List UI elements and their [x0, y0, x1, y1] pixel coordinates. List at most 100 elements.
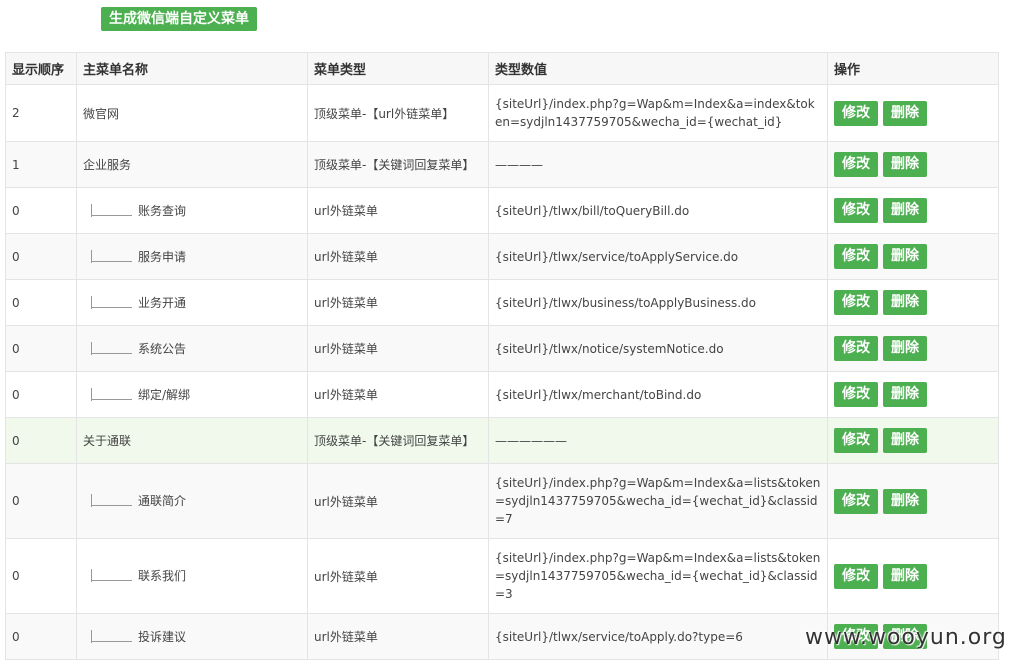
- delete-button[interactable]: 删除: [883, 488, 927, 514]
- cell-value: ——————: [488, 417, 828, 464]
- cell-name: 业务开通: [76, 279, 308, 326]
- delete-button[interactable]: 删除: [883, 428, 927, 453]
- delete-button[interactable]: 删除: [883, 563, 927, 589]
- cell-ops: 修改 删除: [827, 187, 999, 234]
- cell-name: 通联简介: [76, 463, 308, 539]
- delete-button[interactable]: 删除: [883, 290, 927, 315]
- delete-button[interactable]: 删除: [883, 198, 927, 223]
- table-row: 1 企业服务 顶级菜单-【关键词回复菜单】 ———— 修改 删除: [5, 141, 999, 188]
- table-row-highlighted: 0 关于通联 顶级菜单-【关键词回复菜单】 —————— 修改 删除: [5, 417, 999, 464]
- delete-button[interactable]: 删除: [883, 336, 927, 361]
- cell-name: 关于通联: [76, 417, 308, 464]
- edit-button[interactable]: 修改: [834, 428, 878, 453]
- col-header-value: 类型数值: [488, 52, 828, 85]
- tree-branch-icon: [91, 387, 132, 401]
- cell-value: {siteUrl}/index.php?g=Wap&m=Index&a=inde…: [488, 84, 828, 142]
- cell-type: url外链菜单: [307, 187, 489, 234]
- cell-order: 0: [5, 187, 77, 234]
- col-header-name: 主菜单名称: [76, 52, 308, 85]
- tree-branch-icon: [91, 203, 132, 217]
- cell-type: url外链菜单: [307, 463, 489, 539]
- cell-value: {siteUrl}/index.php?g=Wap&m=Index&a=list…: [488, 463, 828, 539]
- cell-name: 联系我们: [76, 538, 308, 614]
- table-row: 0 绑定/解绑 url外链菜单 {siteUrl}/tlwx/merchant/…: [5, 371, 999, 418]
- submenu-name: 通联简介: [138, 494, 187, 508]
- cell-order: 0: [5, 279, 77, 326]
- edit-button[interactable]: 修改: [834, 336, 878, 361]
- cell-ops: 修改 删除: [827, 325, 999, 372]
- edit-button[interactable]: 修改: [834, 563, 878, 589]
- edit-button[interactable]: 修改: [834, 198, 878, 223]
- table-row: 2 微官网 顶级菜单-【url外链菜单】 {siteUrl}/index.php…: [5, 84, 999, 142]
- tree-branch-icon: [91, 494, 132, 507]
- table-row: 0 系统公告 url外链菜单 {siteUrl}/tlwx/notice/sys…: [5, 325, 999, 372]
- table-row: 0 业务开通 url外链菜单 {siteUrl}/tlwx/business/t…: [5, 279, 999, 326]
- cell-name: 绑定/解绑: [76, 371, 308, 418]
- cell-value: ————: [488, 141, 828, 188]
- cell-type: 顶级菜单-【关键词回复菜单】: [307, 141, 489, 188]
- cell-type: url外链菜单: [307, 538, 489, 614]
- tree-branch-icon: [91, 569, 132, 582]
- tree-branch-icon: [91, 629, 132, 643]
- edit-button[interactable]: 修改: [834, 244, 878, 269]
- edit-button[interactable]: 修改: [834, 290, 878, 315]
- delete-button[interactable]: 删除: [883, 100, 927, 126]
- cell-name: 微官网: [76, 84, 308, 142]
- delete-button[interactable]: 删除: [883, 382, 927, 407]
- generate-wechat-menu-button[interactable]: 生成微信端自定义菜单: [101, 7, 257, 31]
- submenu-name: 业务开通: [138, 295, 187, 310]
- cell-value: {siteUrl}/tlwx/service/toApply.do?type=6: [488, 613, 828, 660]
- submenu-name: 投诉建议: [138, 629, 187, 644]
- cell-ops: 修改 删除: [827, 463, 999, 539]
- cell-name: 企业服务: [76, 141, 308, 188]
- col-header-order: 显示顺序: [5, 52, 77, 85]
- cell-type: 顶级菜单-【url外链菜单】: [307, 84, 489, 142]
- watermark: www.wooyun.org: [805, 625, 1007, 650]
- table-row: 0 联系我们 url外链菜单 {siteUrl}/index.php?g=Wap…: [5, 538, 999, 614]
- cell-name: 服务申请: [76, 233, 308, 280]
- tree-branch-icon: [91, 341, 132, 355]
- submenu-name: 服务申请: [138, 249, 187, 264]
- cell-type: url外链菜单: [307, 613, 489, 660]
- col-header-type: 菜单类型: [307, 52, 489, 85]
- cell-ops: 修改 删除: [827, 279, 999, 326]
- cell-value: {siteUrl}/tlwx/business/toApplyBusiness.…: [488, 279, 828, 326]
- cell-ops: 修改 删除: [827, 371, 999, 418]
- cell-value: {siteUrl}/tlwx/service/toApplyService.do: [488, 233, 828, 280]
- cell-value: {siteUrl}/index.php?g=Wap&m=Index&a=list…: [488, 538, 828, 614]
- table-header-row: 显示顺序 主菜单名称 菜单类型 类型数值 操作: [5, 52, 999, 85]
- cell-order: 0: [5, 325, 77, 372]
- tree-branch-icon: [91, 249, 132, 263]
- cell-value: {siteUrl}/tlwx/merchant/toBind.do: [488, 371, 828, 418]
- cell-order: 0: [5, 371, 77, 418]
- edit-button[interactable]: 修改: [834, 488, 878, 514]
- cell-order: 0: [5, 538, 77, 614]
- edit-button[interactable]: 修改: [834, 382, 878, 407]
- menu-table: 显示顺序 主菜单名称 菜单类型 类型数值 操作 2 微官网 顶级菜单-【url外…: [5, 52, 999, 660]
- edit-button[interactable]: 修改: [834, 100, 878, 126]
- cell-order: 0: [5, 463, 77, 539]
- cell-ops: 修改 删除: [827, 84, 999, 142]
- cell-ops: 修改 删除: [827, 233, 999, 280]
- cell-value: {siteUrl}/tlwx/bill/toQueryBill.do: [488, 187, 828, 234]
- cell-type: url外链菜单: [307, 233, 489, 280]
- submenu-name: 系统公告: [138, 341, 187, 356]
- cell-name: 系统公告: [76, 325, 308, 372]
- cell-ops: 修改 删除: [827, 141, 999, 188]
- table-row: 0 通联简介 url外链菜单 {siteUrl}/index.php?g=Wap…: [5, 463, 999, 539]
- submenu-name: 账务查询: [138, 203, 187, 218]
- cell-type: url外链菜单: [307, 371, 489, 418]
- cell-name: 投诉建议: [76, 613, 308, 660]
- edit-button[interactable]: 修改: [834, 152, 878, 177]
- tree-branch-icon: [91, 295, 132, 309]
- cell-type: url外链菜单: [307, 279, 489, 326]
- delete-button[interactable]: 删除: [883, 152, 927, 177]
- table-row: 0 账务查询 url外链菜单 {siteUrl}/tlwx/bill/toQue…: [5, 187, 999, 234]
- delete-button[interactable]: 删除: [883, 244, 927, 269]
- cell-ops: 修改 删除: [827, 417, 999, 464]
- cell-order: 0: [5, 613, 77, 660]
- cell-order: 2: [5, 84, 77, 142]
- submenu-name: 绑定/解绑: [138, 387, 191, 402]
- cell-ops: 修改 删除: [827, 538, 999, 614]
- submenu-name: 联系我们: [138, 569, 187, 583]
